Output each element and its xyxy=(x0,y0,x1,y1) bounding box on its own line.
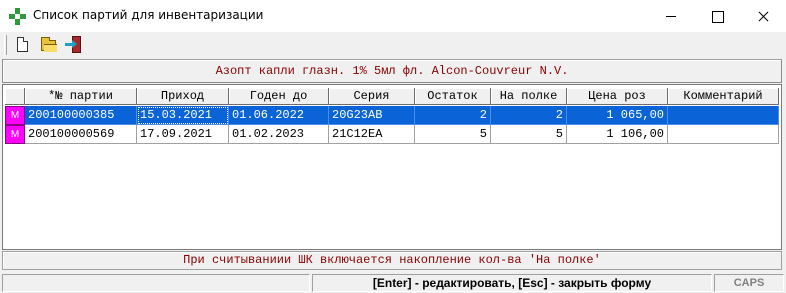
maximize-button[interactable] xyxy=(694,0,740,32)
cell-batch-no[interactable]: 200100000569 xyxy=(25,125,137,144)
window-title: Список партий для инвентаризации xyxy=(33,8,264,22)
open-button[interactable] xyxy=(37,34,60,56)
status-keys-hint: [Enter] - редактировать, [Esc] - закрыть… xyxy=(312,274,712,292)
cell-on-shelf[interactable]: 2 xyxy=(491,106,567,125)
row-marker[interactable]: M xyxy=(5,106,25,125)
title-bar[interactable]: Список партий для инвентаризации xyxy=(0,0,786,32)
exit-button[interactable] xyxy=(63,34,86,56)
batch-table[interactable]: *№ партии Приход Годен до Серия Остаток … xyxy=(2,84,782,250)
column-header-retail-price[interactable]: Цена роз xyxy=(567,88,668,105)
row-indicator-header xyxy=(5,88,25,105)
cell-series[interactable]: 21C12EA xyxy=(329,125,415,144)
status-bar: [Enter] - редактировать, [Esc] - закрыть… xyxy=(0,273,786,293)
pharmacy-cross-icon xyxy=(9,8,26,25)
new-document-icon xyxy=(17,37,28,52)
cell-comment[interactable] xyxy=(668,106,779,125)
column-header-on-shelf[interactable]: На полке xyxy=(491,88,567,105)
cell-batch-no[interactable]: 200100000385 xyxy=(25,106,137,125)
column-header-stock[interactable]: Остаток xyxy=(415,88,491,105)
cell-expiry[interactable]: 01.02.2023 xyxy=(229,125,329,144)
row-marker[interactable]: M xyxy=(5,125,25,144)
toolbar-grip[interactable] xyxy=(4,35,7,55)
cell-stock[interactable]: 2 xyxy=(415,106,491,125)
cell-receipt[interactable]: 15.03.2021 xyxy=(137,106,229,125)
column-header-comment[interactable]: Комментарий xyxy=(668,88,779,105)
cell-stock[interactable]: 5 xyxy=(415,125,491,144)
new-button[interactable] xyxy=(11,34,34,56)
cell-receipt[interactable]: 17.09.2021 xyxy=(137,125,229,144)
status-caps-indicator: CAPS xyxy=(714,274,784,292)
product-title: Азопт капли глазн. 1% 5мл фл. Alcon-Couv… xyxy=(2,59,782,83)
cell-expiry[interactable]: 01.06.2022 xyxy=(229,106,329,125)
close-button[interactable] xyxy=(740,0,786,32)
column-header-batch-no[interactable]: *№ партии xyxy=(25,88,137,105)
exit-arrow-icon xyxy=(65,40,77,48)
minimize-button[interactable] xyxy=(648,0,694,32)
cell-retail-price[interactable]: 1 065,00 xyxy=(567,106,668,125)
column-header-series[interactable]: Серия xyxy=(329,88,415,105)
scan-hint: При считываниии ШК включается накопление… xyxy=(2,251,782,270)
column-header-receipt[interactable]: Приход xyxy=(137,88,229,105)
column-header-expiry[interactable]: Годен до xyxy=(229,88,329,105)
cell-retail-price[interactable]: 1 106,00 xyxy=(567,125,668,144)
toolbar xyxy=(0,32,786,58)
status-panel-empty xyxy=(2,274,310,292)
cell-series[interactable]: 20G23AB xyxy=(329,106,415,125)
cell-on-shelf[interactable]: 5 xyxy=(491,125,567,144)
cell-comment[interactable] xyxy=(668,125,779,144)
open-folder-icon xyxy=(41,37,57,52)
